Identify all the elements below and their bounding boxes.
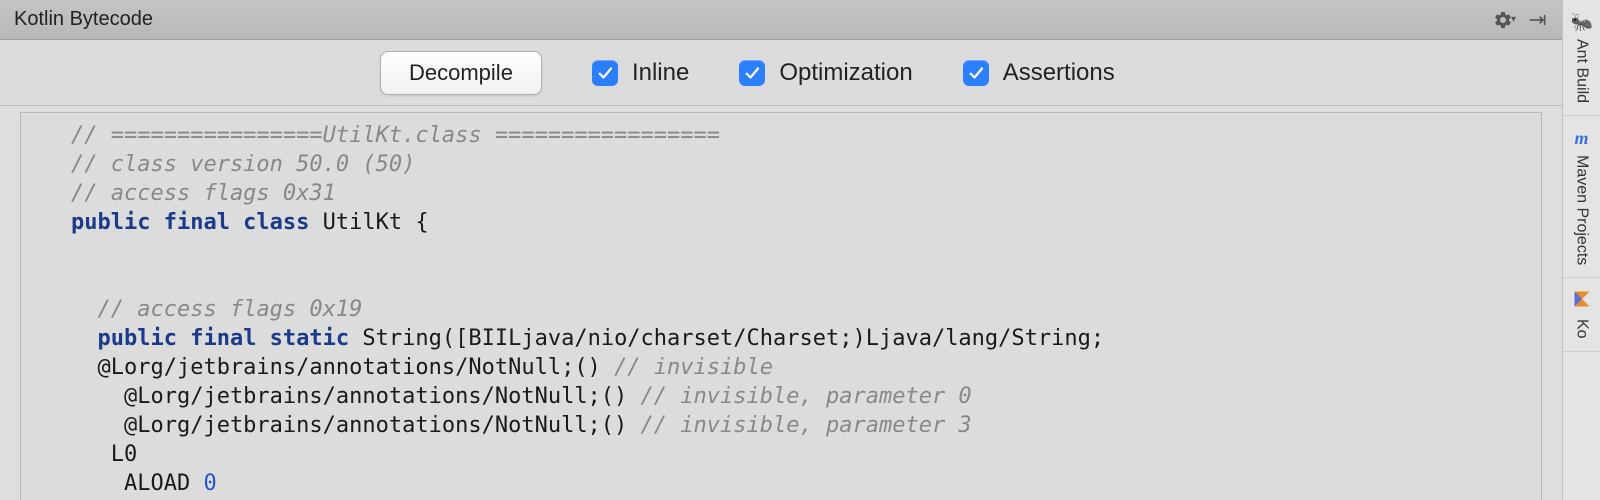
bytecode-panel: Kotlin Bytecode ▾ Decompile Inline Optim… <box>0 0 1562 500</box>
editor-container: // ================UtilKt.class ========… <box>0 106 1562 500</box>
code-line: public final static String([BIILjava/nio… <box>71 324 1533 353</box>
check-icon <box>739 60 765 86</box>
sidebar-item-ko[interactable]: Ko <box>1563 278 1600 352</box>
code-line: L0 <box>71 440 1533 469</box>
bytecode-editor[interactable]: // ================UtilKt.class ========… <box>20 112 1542 500</box>
kotlin-icon <box>1571 290 1593 313</box>
code-line: // ================UtilKt.class ========… <box>71 121 1533 150</box>
code-line <box>71 266 1533 295</box>
checkbox-label: Inline <box>632 59 689 87</box>
sidebar-item-label: Ko <box>1573 319 1591 339</box>
code-line: // access flags 0x19 <box>71 295 1533 324</box>
check-icon <box>963 60 989 86</box>
code-line: ALOAD 0 <box>71 469 1533 498</box>
panel-title: Kotlin Bytecode <box>14 8 153 31</box>
checkbox-optimization[interactable]: Optimization <box>739 59 912 87</box>
sidebar-item-ant-build[interactable]: 🐜 Ant Build <box>1563 0 1600 116</box>
code-line: @Lorg/jetbrains/annotations/NotNull;() /… <box>71 411 1533 440</box>
bytecode-toolbar: Decompile Inline Optimization Assertions <box>0 40 1562 106</box>
checkbox-inline[interactable]: Inline <box>592 59 689 87</box>
check-icon <box>592 60 618 86</box>
right-tool-sidebar: 🐜 Ant Build m Maven Projects Ko <box>1562 0 1600 500</box>
code-line: // access flags 0x31 <box>71 179 1533 208</box>
checkbox-label: Optimization <box>779 59 912 87</box>
decompile-button[interactable]: Decompile <box>380 51 542 95</box>
sidebar-item-label: Maven Projects <box>1573 155 1591 265</box>
code-line: // class version 50.0 (50) <box>71 150 1533 179</box>
code-line: @Lorg/jetbrains/annotations/NotNull;() /… <box>71 382 1533 411</box>
sidebar-item-label: Ant Build <box>1573 39 1591 103</box>
sidebar-item-maven-projects[interactable]: m Maven Projects <box>1563 116 1600 278</box>
panel-title-actions: ▾ <box>1493 10 1548 30</box>
gear-icon[interactable]: ▾ <box>1493 10 1516 30</box>
checkbox-assertions[interactable]: Assertions <box>963 59 1115 87</box>
code-line: public final class UtilKt { <box>71 208 1533 237</box>
hide-panel-icon[interactable] <box>1528 13 1548 27</box>
checkbox-label: Assertions <box>1003 59 1115 87</box>
maven-icon: m <box>1571 128 1593 149</box>
ant-icon: 🐜 <box>1571 12 1593 33</box>
code-line: @Lorg/jetbrains/annotations/NotNull;() /… <box>71 353 1533 382</box>
code-line <box>71 237 1533 266</box>
panel-title-bar: Kotlin Bytecode ▾ <box>0 0 1562 40</box>
